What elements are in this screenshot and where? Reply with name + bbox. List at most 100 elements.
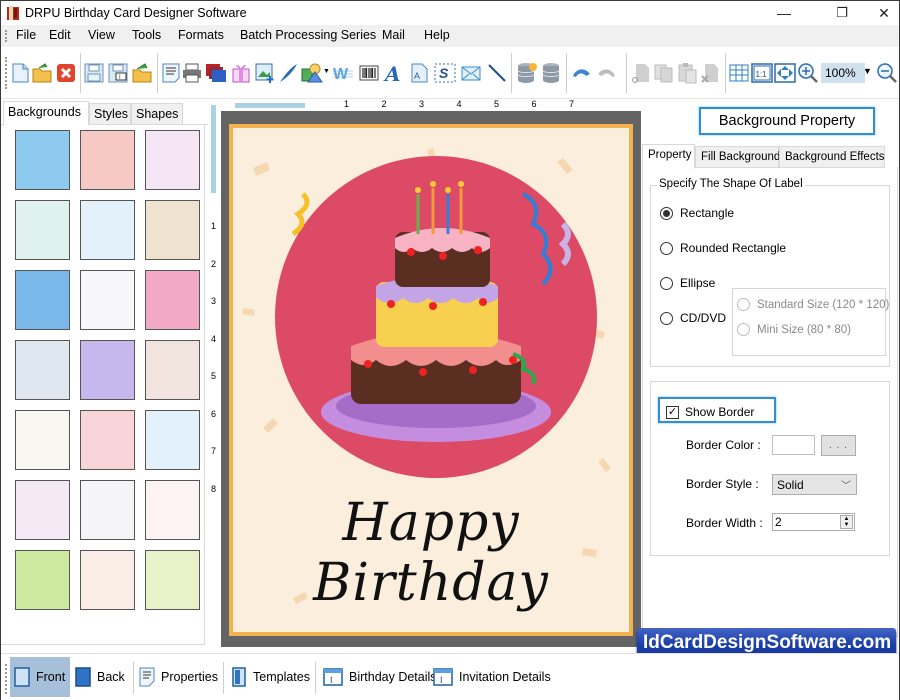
bottom-tab-label: Templates	[253, 670, 310, 684]
menu-help[interactable]: Help	[424, 28, 450, 42]
mail-icon[interactable]	[460, 62, 482, 84]
border-width-stepper[interactable]: 2 ▲ ▼	[772, 513, 855, 531]
background-thumbnail-teddy[interactable]	[145, 340, 200, 400]
redo-icon[interactable]	[596, 62, 618, 84]
menu-file[interactable]: File	[16, 28, 36, 42]
background-thumbnail-cakes-pattern[interactable]	[80, 550, 135, 610]
tab-shapes[interactable]: Shapes	[131, 103, 183, 125]
grid-icon[interactable]	[728, 62, 750, 84]
text-icon[interactable]: A	[382, 62, 404, 84]
export-icon[interactable]	[131, 62, 153, 84]
database-icon[interactable]	[540, 62, 562, 84]
tab-backgrounds[interactable]: Backgrounds	[3, 101, 89, 126]
background-thumbnail-balloons-sky[interactable]	[145, 410, 200, 470]
background-thumbnail-pastel-toys[interactable]	[80, 200, 135, 260]
background-thumbnail-pink-pattern[interactable]	[80, 130, 135, 190]
background-thumbnail-stars[interactable]	[15, 270, 70, 330]
background-thumbnail-butterflies[interactable]	[145, 130, 200, 190]
radio-mini-size[interactable]: Mini Size (80 * 80)	[737, 323, 851, 336]
tab-styles[interactable]: Styles	[89, 103, 131, 125]
tab-background-effects[interactable]: Background Effects	[779, 146, 885, 168]
bottom-tab-invitation-details[interactable]: I Invitation Details	[429, 657, 555, 697]
properties-icon[interactable]	[160, 62, 182, 84]
maximize-button[interactable]: ❐	[819, 1, 865, 25]
insert-image-icon[interactable]	[254, 62, 276, 84]
line-icon[interactable]	[486, 62, 508, 84]
fit-window-icon[interactable]	[774, 62, 796, 84]
show-border-checkbox[interactable]: ✓ Show Border	[658, 397, 776, 423]
cut-icon[interactable]	[630, 62, 652, 84]
background-thumbnail-rainbow[interactable]	[80, 340, 135, 400]
ruler-tick-label: 4	[211, 333, 217, 344]
background-thumbnail-hearts-pink[interactable]	[80, 410, 135, 470]
open-icon[interactable]	[31, 62, 53, 84]
barcode-icon[interactable]	[358, 62, 380, 84]
select-text-icon[interactable]: S	[434, 62, 456, 84]
background-thumbnail-balloons-white[interactable]	[80, 270, 135, 330]
layers-icon[interactable]	[205, 62, 227, 84]
background-thumbnail-balloon-bunches[interactable]	[80, 480, 135, 540]
border-color-browse-button[interactable]: . . .	[821, 435, 856, 456]
menu-edit[interactable]: Edit	[49, 28, 71, 42]
close-file-icon[interactable]	[55, 62, 77, 84]
radio-rectangle[interactable]: Rectangle	[660, 206, 734, 220]
copy-icon[interactable]	[653, 62, 675, 84]
ruler-tick-label: 1	[344, 99, 350, 109]
background-thumbnail-bubbles[interactable]	[15, 340, 70, 400]
paste-icon[interactable]	[676, 62, 698, 84]
minimize-button[interactable]: —	[761, 1, 807, 25]
new-icon[interactable]	[9, 62, 31, 84]
ruler-tick-label: 6	[211, 408, 217, 419]
ruler-tick-label: 7	[211, 446, 217, 456]
menu-grip	[5, 30, 7, 42]
menu-formats[interactable]: Formats	[178, 28, 224, 42]
shapes-icon[interactable]	[301, 62, 323, 84]
card-title-text[interactable]: Happy Birthday	[233, 493, 629, 613]
border-style-select[interactable]: Solid ﹀	[772, 474, 857, 495]
birthday-card[interactable]: Happy Birthday	[229, 124, 633, 636]
background-thumbnail-balloons-beige[interactable]	[145, 200, 200, 260]
background-thumbnail-cakes-pink[interactable]	[145, 270, 200, 330]
radio-standard-size[interactable]: Standard Size (120 * 120)	[737, 298, 889, 311]
watermark-icon[interactable]: W	[332, 62, 354, 84]
menu-tools[interactable]: Tools	[132, 28, 161, 42]
save-icon[interactable]	[83, 62, 105, 84]
signature-pen-icon[interactable]	[277, 62, 299, 84]
menu-mail[interactable]: Mail	[382, 28, 405, 42]
background-thumbnail-happy-birthday[interactable]	[15, 410, 70, 470]
actual-size-icon[interactable]: 1:1	[751, 62, 773, 84]
border-color-swatch[interactable]	[772, 435, 815, 455]
tab-property[interactable]: Property	[642, 144, 695, 169]
background-thumbnail-daisies[interactable]	[15, 200, 70, 260]
database-add-icon[interactable]	[516, 62, 538, 84]
gift-icon[interactable]	[230, 62, 252, 84]
bottom-tab-properties[interactable]: Properties	[135, 657, 222, 697]
background-thumbnail-clouds[interactable]	[15, 130, 70, 190]
save-as-icon[interactable]: I	[107, 62, 129, 84]
background-thumbnail-green-stripes[interactable]	[15, 550, 70, 610]
zoom-dropdown-arrow[interactable]: ▼	[863, 66, 872, 76]
background-thumbnail-red-hearts[interactable]	[145, 480, 200, 540]
zoom-level-select[interactable]: 100%	[821, 63, 865, 83]
radio-cd-dvd[interactable]: CD/DVD	[660, 311, 726, 325]
bottom-tab-birthday-details[interactable]: I Birthday Details	[319, 657, 441, 697]
print-icon[interactable]	[181, 62, 203, 84]
bottom-tab-front[interactable]: Front	[10, 657, 70, 697]
zoom-out-icon[interactable]	[876, 62, 898, 84]
text-file-icon[interactable]: A	[408, 62, 430, 84]
radio-ellipse[interactable]: Ellipse	[660, 276, 715, 290]
delete-icon[interactable]	[699, 62, 721, 84]
shapes-dropdown-arrow[interactable]: ▼	[323, 68, 330, 75]
bottom-tab-templates[interactable]: Templates	[227, 657, 314, 697]
menu-view[interactable]: View	[88, 28, 115, 42]
background-thumbnail-hearts-outline[interactable]	[15, 480, 70, 540]
background-thumbnail-garden[interactable]	[145, 550, 200, 610]
bottom-tab-back[interactable]: Back	[71, 657, 129, 697]
menu-batch-processing-series[interactable]: Batch Processing Series	[240, 28, 376, 42]
zoom-in-icon[interactable]	[797, 62, 819, 84]
undo-icon[interactable]	[570, 62, 592, 84]
tab-fill-background[interactable]: Fill Background	[695, 146, 780, 168]
radio-rounded-rectangle[interactable]: Rounded Rectangle	[660, 241, 786, 255]
stepper-arrows-icon[interactable]: ▲ ▼	[840, 515, 853, 529]
close-button[interactable]: ✕	[861, 1, 900, 25]
